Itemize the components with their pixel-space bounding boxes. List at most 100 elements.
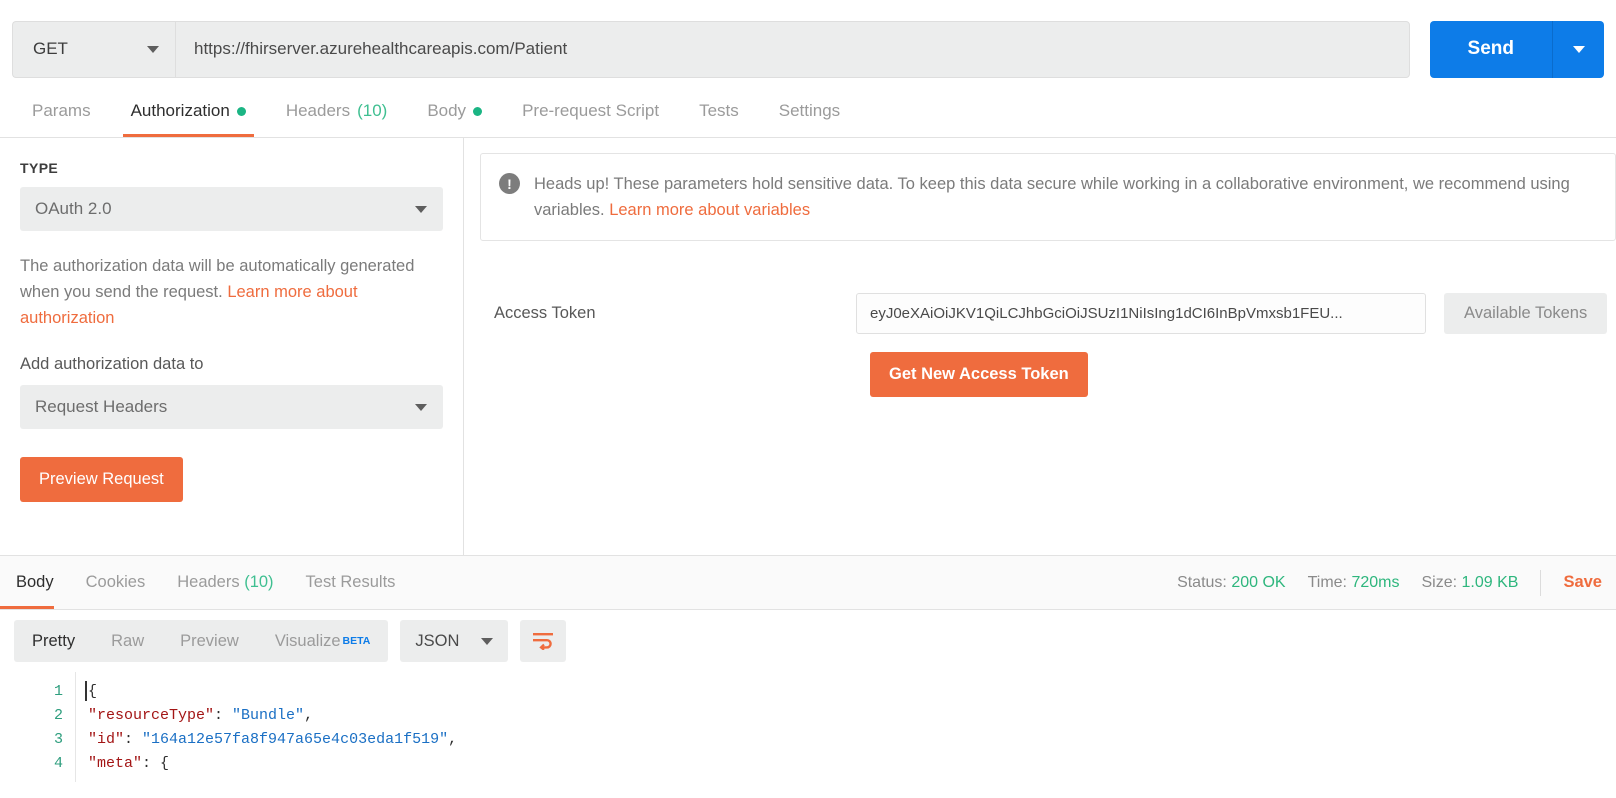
chevron-down-icon: [415, 403, 427, 411]
request-tab-label: Params: [32, 101, 91, 120]
code-line: "id": "164a12e57fa8f947a65e4c03eda1f519"…: [88, 728, 1616, 752]
request-tab-authorization[interactable]: Authorization: [111, 85, 266, 137]
word-wrap-glyph: [533, 633, 554, 650]
response-meta: Status: 200 OK Time: 720ms Size: 1.09 KB…: [1177, 569, 1602, 596]
request-url-input[interactable]: [175, 20, 1410, 78]
send-button[interactable]: Send: [1429, 20, 1552, 78]
response-tab-cookies[interactable]: Cookies: [70, 556, 162, 609]
time-metric: Time: 720ms: [1308, 574, 1400, 592]
auth-type-value: OAuth 2.0: [35, 199, 112, 218]
chevron-down-icon: [415, 205, 427, 213]
size-metric: Size: 1.09 KB: [1421, 574, 1518, 592]
request-tab-pre-request-script[interactable]: Pre-request Script: [502, 85, 679, 137]
add-authorization-data-value: Request Headers: [35, 397, 168, 416]
response-view-label: Preview: [180, 631, 239, 650]
response-view-preview[interactable]: Preview: [162, 620, 257, 662]
chevron-down-icon: [147, 45, 159, 53]
response-tab-count: (10): [239, 573, 274, 591]
time-label: Time:: [1307, 573, 1347, 591]
add-authorization-data-label: Add authorization data to: [20, 355, 204, 373]
auth-type-select[interactable]: OAuth 2.0: [20, 187, 443, 231]
save-response-link[interactable]: Save: [1563, 573, 1602, 592]
response-tab-label: Body: [16, 573, 54, 591]
access-token-label: Access Token: [494, 304, 596, 322]
request-tabs: Params Authorization Headers (10) Body Pre-re…: [0, 86, 1616, 138]
request-tab-tests[interactable]: Tests: [679, 85, 759, 137]
response-tab-body[interactable]: Body: [0, 556, 70, 609]
get-new-access-token-button[interactable]: Get New Access Token: [870, 352, 1088, 397]
line-number-gutter: 1 2 3 4: [0, 672, 76, 782]
http-method-value: GET: [33, 39, 68, 58]
http-method-select[interactable]: GET: [12, 20, 175, 78]
word-wrap-icon[interactable]: [520, 620, 567, 662]
authorization-right-column: ! Heads up! These parameters hold sensit…: [464, 138, 1616, 555]
preview-request-button[interactable]: Preview Request: [20, 457, 183, 502]
response-view-label: Visualize: [274, 631, 341, 650]
line-number: 1: [53, 683, 63, 700]
size-value: 1.09 KB: [1461, 573, 1519, 591]
response-language-value: JSON: [415, 631, 460, 650]
get-new-access-token-row: Get New Access Token: [480, 352, 1616, 397]
line-number: 4: [53, 755, 63, 772]
response-tab-label: Cookies: [85, 573, 146, 591]
request-tab-label: Tests: [699, 101, 739, 120]
code-token: {: [88, 683, 98, 700]
send-options-button[interactable]: [1552, 20, 1604, 78]
line-number: 2: [53, 707, 63, 724]
authorization-left-column: TYPE OAuth 2.0 The authorization data wi…: [0, 138, 464, 555]
available-tokens-button[interactable]: Available Tokens: [1444, 293, 1608, 334]
modified-dot-icon: [236, 106, 246, 116]
code-token: : {: [142, 755, 170, 772]
chevron-down-icon: [1572, 45, 1585, 53]
code-token: "Bundle": [232, 707, 305, 724]
code-line: "meta": {: [88, 752, 1616, 776]
code-token: ,: [448, 731, 458, 748]
response-tab-headers[interactable]: Headers (10): [161, 556, 289, 609]
request-tab-label: Pre-request Script: [522, 101, 660, 120]
request-tab-params[interactable]: Params: [12, 85, 111, 137]
request-tab-label: Authorization: [130, 101, 230, 120]
request-tab-label: Body: [427, 101, 467, 120]
status-label: Status:: [1177, 573, 1227, 591]
code-token: "meta": [88, 755, 143, 772]
access-token-row: Access Token Available Tokens: [480, 293, 1616, 334]
response-tab-label: Headers: [177, 573, 240, 591]
response-bar: Body Cookies Headers (10) Test Results Stat…: [0, 556, 1616, 610]
status-metric: Status: 200 OK: [1177, 574, 1286, 592]
request-tab-settings[interactable]: Settings: [759, 85, 860, 137]
type-label: TYPE: [20, 160, 59, 176]
response-view-pretty[interactable]: Pretty: [14, 620, 93, 662]
send-button-group: Send: [1429, 20, 1604, 78]
learn-more-variables-link[interactable]: Learn more about variables: [609, 201, 810, 219]
request-tab-body[interactable]: Body: [407, 85, 502, 137]
request-tab-label: Headers: [285, 101, 351, 120]
add-authorization-data-select[interactable]: Request Headers: [20, 385, 443, 429]
response-tabs: Body Cookies Headers (10) Test Results: [0, 556, 411, 609]
access-token-input[interactable]: [856, 293, 1426, 334]
response-tab-test-results[interactable]: Test Results: [290, 556, 412, 609]
code-token: "id": [88, 731, 125, 748]
code-content: { "resourceType": "Bundle", "id": "164a1…: [76, 672, 1616, 782]
response-view-raw[interactable]: Raw: [93, 620, 162, 662]
code-token: "164a12e57fa8f947a65e4c03eda1f519": [142, 731, 449, 748]
authorization-help-text: The authorization data will be automatic…: [20, 253, 443, 331]
code-line: "resourceType": "Bundle",: [88, 704, 1616, 728]
divider: [1540, 569, 1542, 596]
response-view-segments: Pretty Raw Preview Visualize BETA: [14, 620, 389, 662]
response-language-select[interactable]: JSON: [400, 620, 509, 662]
beta-badge: BETA: [342, 635, 371, 647]
response-view-visualize[interactable]: Visualize BETA: [257, 620, 389, 662]
notice-text: Heads up! These parameters hold sensitiv…: [534, 171, 1597, 223]
exclamation-circle-icon: !: [499, 173, 520, 194]
request-tab-count: (10): [357, 101, 388, 120]
time-value: 720ms: [1351, 573, 1400, 591]
request-tab-label: Settings: [778, 101, 841, 120]
sensitive-data-notice: ! Heads up! These parameters hold sensit…: [480, 153, 1616, 241]
response-view-label: Raw: [111, 631, 145, 650]
response-view-label: Pretty: [32, 631, 76, 650]
chevron-down-icon: [481, 637, 494, 645]
request-tab-headers[interactable]: Headers (10): [266, 85, 408, 137]
response-tab-label: Test Results: [305, 573, 396, 591]
response-body-code[interactable]: 1 2 3 4 { "resourceType": "Bundle", "id": "…: [0, 672, 1616, 782]
code-token: :: [214, 707, 233, 724]
